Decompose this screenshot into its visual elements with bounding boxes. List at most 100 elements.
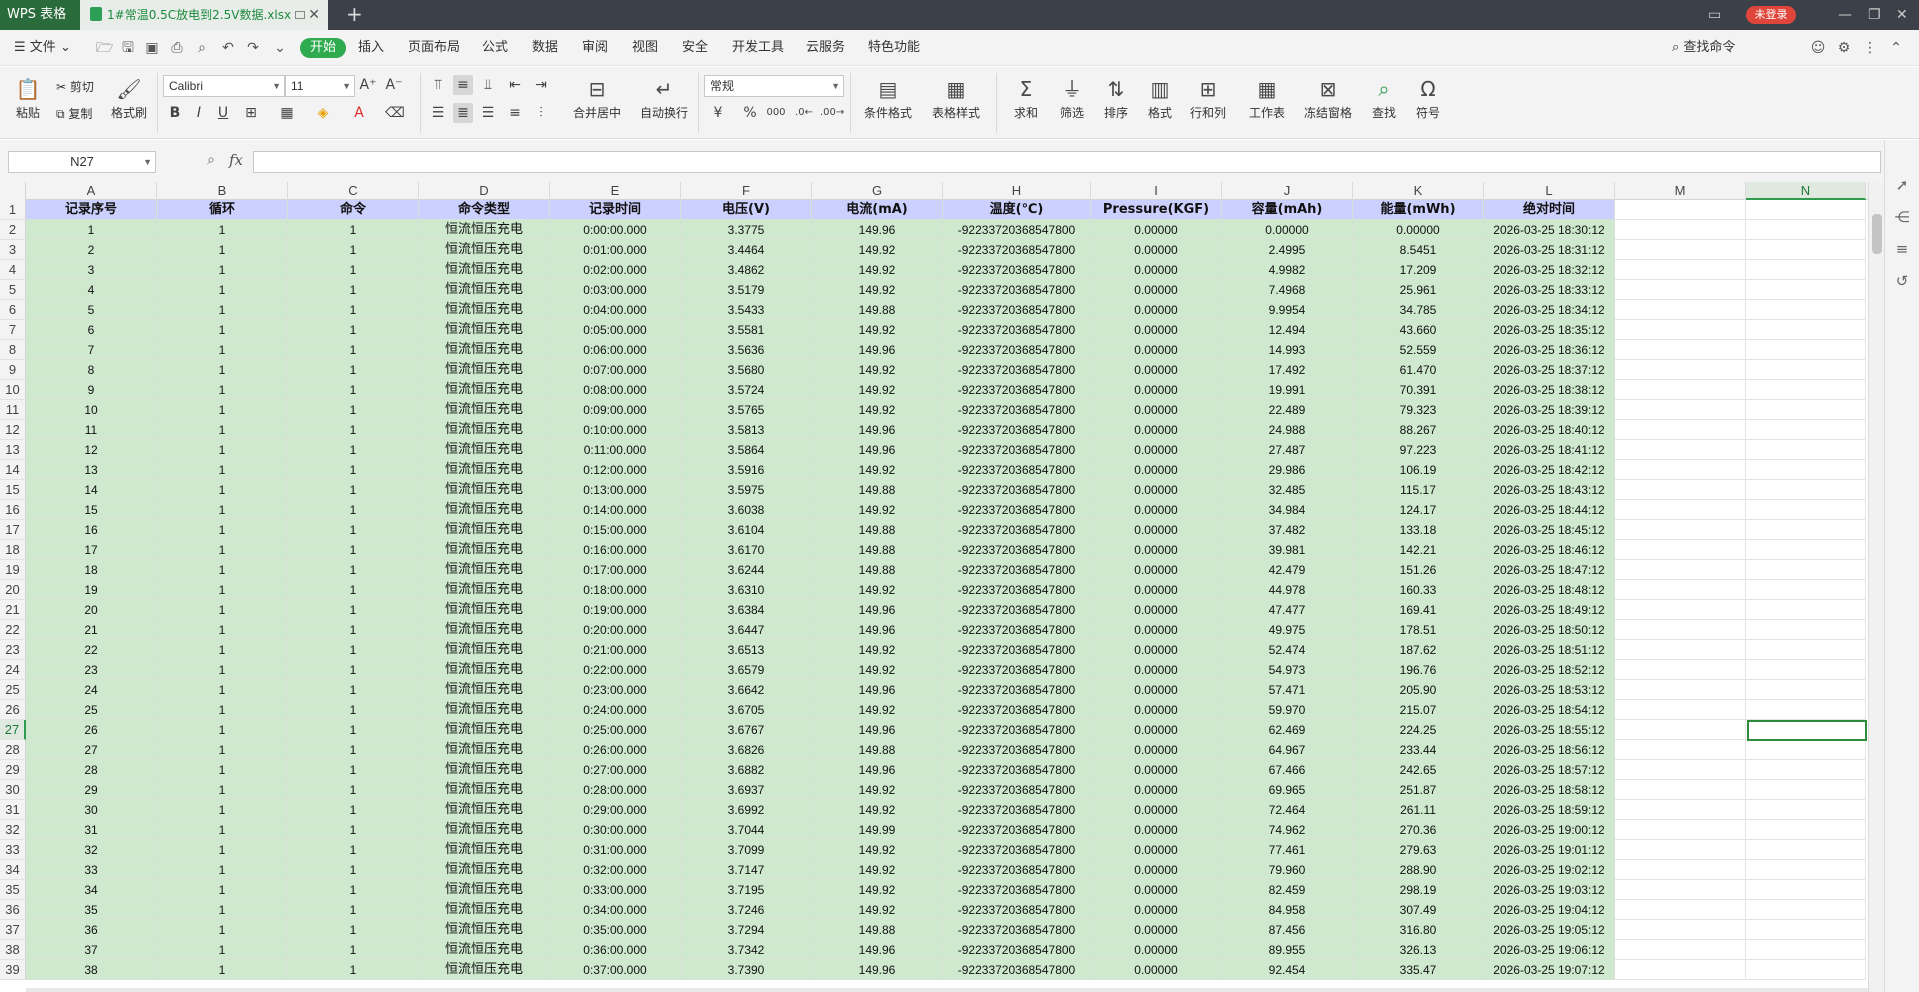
data-cell[interactable]: 0:12:00.000 (550, 460, 681, 480)
empty-cell[interactable] (1615, 660, 1746, 680)
align-left-icon[interactable]: ☰ (428, 103, 448, 123)
data-cell[interactable]: 0.00000 (1222, 220, 1353, 240)
data-cell[interactable]: 279.63 (1353, 840, 1484, 860)
data-cell[interactable]: 307.49 (1353, 900, 1484, 920)
data-cell[interactable]: 9 (26, 380, 157, 400)
data-cell[interactable]: 0:35:00.000 (550, 920, 681, 940)
tab-formulas[interactable]: 公式 (482, 38, 508, 58)
data-cell[interactable]: 205.90 (1353, 680, 1484, 700)
data-cell[interactable]: 149.92 (812, 700, 943, 720)
data-cell[interactable]: 1 (157, 460, 288, 480)
data-cell[interactable]: 316.80 (1353, 920, 1484, 940)
freeze-panes-button[interactable]: ⊠ 冻结窗格 (1298, 77, 1358, 121)
data-cell[interactable]: 2026-03-25 18:30:12 (1484, 220, 1615, 240)
redo-icon[interactable]: ↷ (245, 40, 261, 56)
data-cell[interactable]: 3.7390 (681, 960, 812, 980)
data-cell[interactable]: 149.92 (812, 640, 943, 660)
restore-icon[interactable]: ❐ (1868, 0, 1881, 30)
empty-cell[interactable] (1746, 220, 1866, 240)
data-cell[interactable]: 270.36 (1353, 820, 1484, 840)
data-cell[interactable]: 3.6513 (681, 640, 812, 660)
zoom-formula-icon[interactable]: ⌕ (201, 152, 221, 172)
empty-cell[interactable] (1746, 380, 1866, 400)
column-header-g[interactable]: G (812, 182, 943, 200)
empty-cell[interactable] (1615, 540, 1746, 560)
data-cell[interactable]: 3.6038 (681, 500, 812, 520)
row-header[interactable]: 27 (0, 720, 26, 740)
row-header[interactable]: 22 (0, 620, 26, 640)
decrease-indent-icon[interactable]: ⇤ (505, 75, 525, 95)
data-cell[interactable]: 恒流恒压充电 (419, 960, 550, 980)
data-cell[interactable]: 3.6170 (681, 540, 812, 560)
data-cell[interactable]: 30 (26, 800, 157, 820)
data-cell[interactable]: 8 (26, 360, 157, 380)
data-cell[interactable]: 1 (288, 780, 419, 800)
empty-cell[interactable] (1746, 540, 1866, 560)
tab-view[interactable]: 视图 (632, 38, 658, 58)
data-cell[interactable]: -92233720368547800 (943, 860, 1091, 880)
data-cell[interactable]: 149.92 (812, 580, 943, 600)
data-cell[interactable]: 22 (26, 640, 157, 660)
data-cell[interactable]: 0:04:00.000 (550, 300, 681, 320)
empty-cell[interactable] (1746, 660, 1866, 680)
data-cell[interactable]: 0:21:00.000 (550, 640, 681, 660)
font-size-select[interactable]: 11 ▼ (285, 75, 355, 97)
data-cell[interactable]: 0:33:00.000 (550, 880, 681, 900)
empty-cell[interactable] (1746, 260, 1866, 280)
symbol-button[interactable]: Ω 符号 (1410, 77, 1446, 121)
empty-cell[interactable] (1746, 280, 1866, 300)
data-cell[interactable]: 2026-03-25 18:37:12 (1484, 360, 1615, 380)
data-cell[interactable]: 1 (157, 640, 288, 660)
column-header-l[interactable]: L (1484, 182, 1615, 200)
tab-developer[interactable]: 开发工具 (732, 38, 784, 58)
data-cell[interactable]: 34 (26, 880, 157, 900)
select-all-corner[interactable] (0, 182, 26, 200)
data-cell[interactable]: 2026-03-25 19:00:12 (1484, 820, 1615, 840)
data-cell[interactable]: 2026-03-25 18:50:12 (1484, 620, 1615, 640)
data-cell[interactable]: 2026-03-25 18:41:12 (1484, 440, 1615, 460)
data-cell[interactable]: 3.6642 (681, 680, 812, 700)
data-cell[interactable]: 2026-03-25 18:47:12 (1484, 560, 1615, 580)
data-cell[interactable]: 1 (288, 960, 419, 980)
data-cell[interactable]: 3.6104 (681, 520, 812, 540)
row-header[interactable]: 34 (0, 860, 26, 880)
data-cell[interactable]: 1 (288, 460, 419, 480)
underline-icon[interactable]: U (213, 103, 233, 123)
data-cell[interactable]: 3.6937 (681, 780, 812, 800)
data-cell[interactable]: 37.482 (1222, 520, 1353, 540)
data-cell[interactable]: 0.00000 (1091, 920, 1222, 940)
data-cell[interactable]: -92233720368547800 (943, 240, 1091, 260)
data-cell[interactable]: 59.970 (1222, 700, 1353, 720)
empty-cell[interactable] (1615, 640, 1746, 660)
data-cell[interactable]: 恒流恒压充电 (419, 440, 550, 460)
data-cell[interactable]: 3.5680 (681, 360, 812, 380)
data-cell[interactable]: 1 (157, 940, 288, 960)
data-cell[interactable]: 149.92 (812, 260, 943, 280)
empty-cell[interactable] (1746, 200, 1866, 220)
data-cell[interactable]: 1 (157, 240, 288, 260)
column-title-cell[interactable]: Pressure(KGF) (1091, 200, 1222, 220)
data-cell[interactable]: 79.323 (1353, 400, 1484, 420)
data-cell[interactable]: 0:24:00.000 (550, 700, 681, 720)
data-cell[interactable]: 1 (288, 240, 419, 260)
data-cell[interactable]: 0:08:00.000 (550, 380, 681, 400)
data-cell[interactable]: 18 (26, 560, 157, 580)
fx-label[interactable]: fx (229, 151, 243, 169)
data-cell[interactable]: 1 (157, 960, 288, 980)
empty-cell[interactable] (1615, 300, 1746, 320)
data-cell[interactable]: 0.00000 (1091, 740, 1222, 760)
data-cell[interactable]: 2026-03-25 18:32:12 (1484, 260, 1615, 280)
data-cell[interactable]: 2026-03-25 18:58:12 (1484, 780, 1615, 800)
data-cell[interactable]: 1 (157, 880, 288, 900)
row-header[interactable]: 21 (0, 600, 26, 620)
data-cell[interactable]: 2026-03-25 18:51:12 (1484, 640, 1615, 660)
data-cell[interactable]: 1 (157, 420, 288, 440)
data-cell[interactable]: 恒流恒压充电 (419, 780, 550, 800)
data-cell[interactable]: 1 (157, 860, 288, 880)
empty-cell[interactable] (1615, 620, 1746, 640)
data-cell[interactable]: 1 (157, 500, 288, 520)
data-cell[interactable]: 1 (157, 720, 288, 740)
data-cell[interactable]: 恒流恒压充电 (419, 480, 550, 500)
data-cell[interactable]: 149.96 (812, 940, 943, 960)
data-cell[interactable]: -92233720368547800 (943, 660, 1091, 680)
